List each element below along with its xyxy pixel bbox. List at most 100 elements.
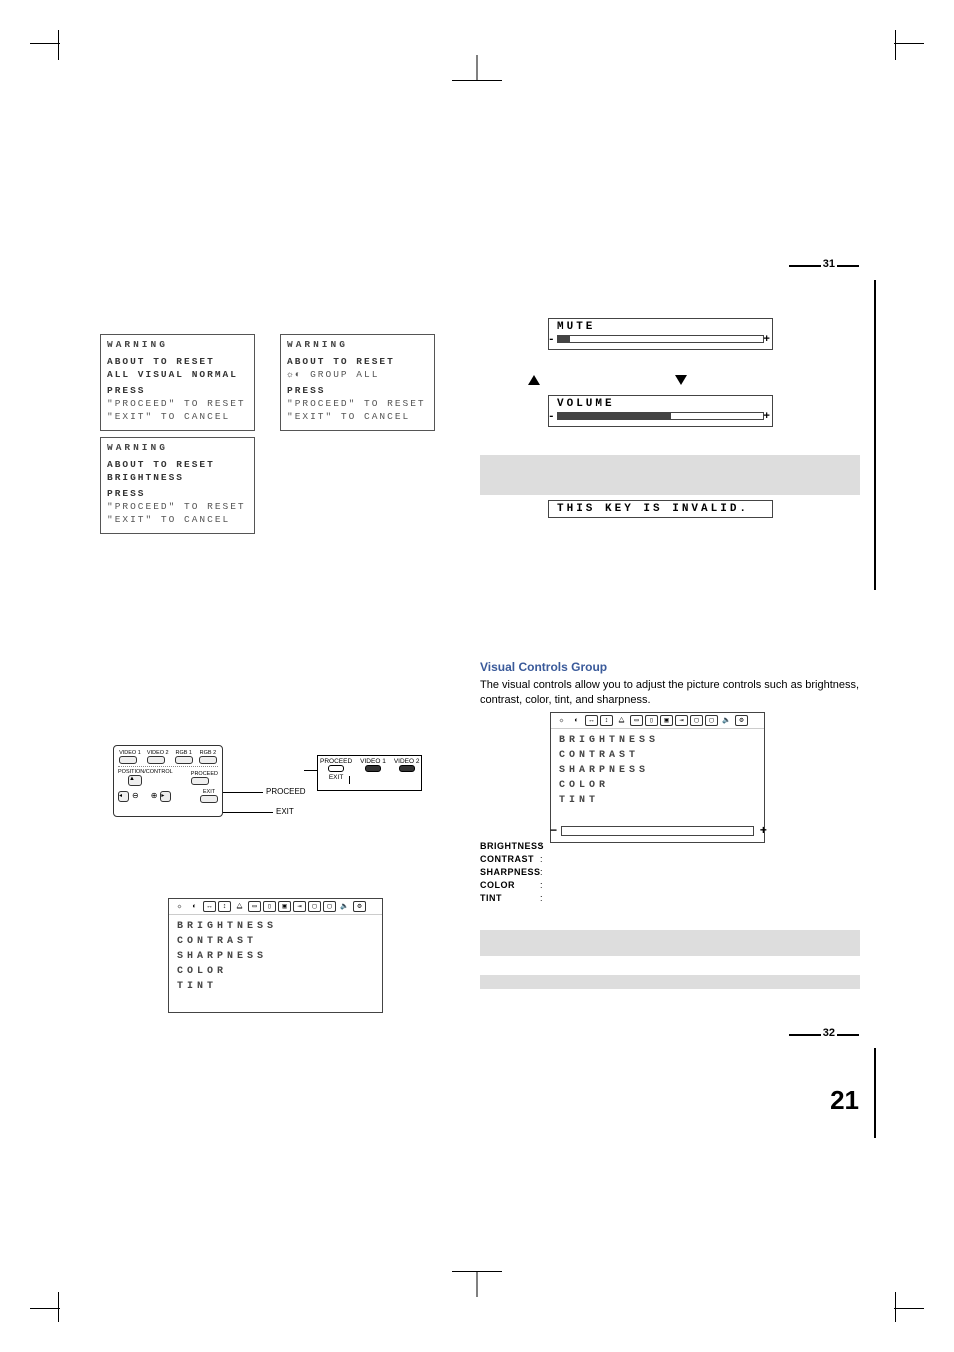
def-contrast: CONTRAST bbox=[480, 853, 540, 866]
placeholder-bar bbox=[480, 975, 860, 989]
video2-button[interactable] bbox=[147, 756, 165, 764]
aspect2-icon: ▯ bbox=[645, 715, 658, 726]
mute-slider[interactable]: - + bbox=[557, 335, 764, 343]
video2-button-icon bbox=[399, 765, 415, 772]
aspect-icon: ▭ bbox=[630, 715, 643, 726]
warning-line: "PROCEED" TO RESET bbox=[107, 398, 248, 411]
warning-line: "PROCEED" TO RESET bbox=[107, 501, 248, 514]
video1-button-icon bbox=[365, 765, 381, 772]
exit-button-icon bbox=[328, 781, 344, 788]
visual-menu-osd-left: ☼ ◐ ↔ ↕ ⧋ ▭ ▯ ▣ ⇥ ▢ ▢ 🔈 ⚙ BRIGHTNESS CON… bbox=[168, 898, 383, 1013]
menu-item-brightness[interactable]: BRIGHTNESS bbox=[559, 733, 756, 748]
warning-line: ☼◐ GROUP ALL bbox=[287, 369, 428, 382]
warning-line: ABOUT TO RESET bbox=[287, 356, 428, 369]
mute-osd: MUTE - + bbox=[548, 318, 773, 350]
remote-label: POSITION/CONTROL bbox=[118, 769, 187, 775]
callout-label: VIDEO 2 bbox=[394, 758, 420, 765]
leader-line bbox=[304, 770, 317, 771]
definitions-list: BRIGHTNESS: CONTRAST: SHARPNESS: COLOR: … bbox=[480, 840, 546, 905]
page-marker-bottom: 32 bbox=[789, 1034, 859, 1036]
setup-icon: ⚙ bbox=[735, 715, 748, 726]
callout-proceed: PROCEED bbox=[266, 787, 306, 796]
rgb1-button[interactable] bbox=[175, 756, 193, 764]
remote-btn-label: PROCEED bbox=[191, 771, 218, 777]
vpos-icon: ↕ bbox=[600, 715, 613, 726]
triangle-up-icon bbox=[528, 375, 540, 385]
callout-label: PROCEED bbox=[320, 758, 352, 765]
callout-label: EXIT bbox=[320, 774, 352, 781]
menu-icon-row: ☼ ◐ ↔ ↕ ⧋ ▭ ▯ ▣ ⇥ ▢ ▢ 🔈 ⚙ bbox=[169, 899, 382, 915]
warning-osd-3: WARNING ABOUT TO RESET ☼◐ GROUP ALL PRES… bbox=[280, 334, 435, 431]
contrast-icon: ◐ bbox=[570, 715, 583, 726]
right-button[interactable]: ▸ bbox=[160, 791, 171, 802]
brightness-icon: ☼ bbox=[555, 715, 568, 726]
video1-button[interactable] bbox=[119, 756, 137, 764]
rgb2-button[interactable] bbox=[199, 756, 217, 764]
warning-line: PRESS bbox=[107, 385, 248, 398]
callout-exit: EXIT bbox=[276, 807, 294, 816]
warning-title: WARNING bbox=[107, 339, 248, 352]
visual-controls-heading: Visual Controls Group bbox=[480, 660, 607, 674]
source-icon: ⇥ bbox=[675, 715, 688, 726]
warning-line: BRIGHTNESS bbox=[107, 472, 248, 485]
page-num-bottom: 32 bbox=[821, 1027, 837, 1039]
menu-slider[interactable]: − + bbox=[551, 826, 764, 842]
placeholder-bar bbox=[480, 930, 860, 956]
visual-menu-osd: ☼ ◐ ↔ ↕ ⧋ ▭ ▯ ▣ ⇥ ▢ ▢ 🔈 ⚙ BRIGHTNESS CON… bbox=[550, 712, 765, 843]
def-color: COLOR bbox=[480, 879, 540, 892]
menu-item-color[interactable]: COLOR bbox=[559, 778, 756, 793]
audio-icon: 🔈 bbox=[338, 901, 351, 912]
menu-item-brightness[interactable]: BRIGHTNESS bbox=[177, 919, 374, 934]
plus-icon: + bbox=[760, 824, 767, 838]
warning-osd-1: WARNING ABOUT TO RESET ALL VISUAL NORMAL… bbox=[100, 334, 255, 431]
warning-line: "EXIT" TO CANCEL bbox=[107, 514, 248, 527]
warning-line: ALL VISUAL NORMAL bbox=[107, 369, 248, 382]
menu-item-contrast[interactable]: CONTRAST bbox=[177, 934, 374, 949]
keystone-icon: ⧋ bbox=[233, 901, 246, 912]
warning-line: ABOUT TO RESET bbox=[107, 459, 248, 472]
menu-item-tint[interactable]: TINT bbox=[177, 979, 374, 994]
aspect-icon: ▭ bbox=[248, 901, 261, 912]
menu-item-tint[interactable]: TINT bbox=[559, 793, 756, 808]
leader-line bbox=[223, 812, 273, 813]
minus-icon: - bbox=[548, 411, 558, 423]
up-button[interactable]: ▲ bbox=[128, 775, 142, 786]
visual-controls-desc: The visual controls allow you to adjust … bbox=[480, 678, 860, 709]
menu-item-contrast[interactable]: CONTRAST bbox=[559, 748, 756, 763]
hpos-icon: ↔ bbox=[585, 715, 598, 726]
leader-line bbox=[349, 776, 350, 784]
menu-item-sharpness[interactable]: SHARPNESS bbox=[177, 949, 374, 964]
remote-btn-label: VIDEO 1 bbox=[119, 750, 141, 756]
page-marker-top: 31 bbox=[789, 265, 859, 267]
def-tint: TINT bbox=[480, 892, 540, 905]
mute-label: MUTE bbox=[557, 321, 764, 333]
menu-icon-row: ☼ ◐ ↔ ↕ ⧋ ▭ ▯ ▣ ⇥ ▢ ▢ 🔈 ⚙ bbox=[551, 713, 764, 729]
callout-label: VIDEO 1 bbox=[360, 758, 386, 765]
warning-title: WARNING bbox=[107, 442, 248, 455]
placeholder-bar bbox=[480, 455, 860, 495]
volume-label: VOLUME bbox=[557, 398, 764, 410]
pip-icon: ▣ bbox=[278, 901, 291, 912]
warning-osd-2: WARNING ABOUT TO RESET BRIGHTNESS PRESS … bbox=[100, 437, 255, 534]
proceed-button[interactable] bbox=[191, 777, 209, 785]
warning-title: WARNING bbox=[287, 339, 428, 352]
blank2-icon: ▢ bbox=[705, 715, 718, 726]
hpos-icon: ↔ bbox=[203, 901, 216, 912]
triangle-down-icon bbox=[675, 375, 687, 385]
warning-line: "PROCEED" TO RESET bbox=[287, 398, 428, 411]
minus-icon: − bbox=[550, 824, 557, 838]
left-button[interactable]: ◂ bbox=[118, 791, 129, 802]
audio-icon: 🔈 bbox=[720, 715, 733, 726]
folio-number: 21 bbox=[830, 1085, 859, 1116]
keystone-icon: ⧋ bbox=[615, 715, 628, 726]
remote-btn-label: RGB 1 bbox=[175, 750, 193, 756]
menu-items: BRIGHTNESS CONTRAST SHARPNESS COLOR TINT bbox=[551, 729, 764, 826]
remote-btn-label: VIDEO 2 bbox=[147, 750, 169, 756]
menu-item-color[interactable]: COLOR bbox=[177, 964, 374, 979]
def-brightness: BRIGHTNESS bbox=[480, 840, 540, 853]
warning-line: PRESS bbox=[287, 385, 428, 398]
volume-slider[interactable]: - + bbox=[557, 412, 764, 420]
exit-button[interactable] bbox=[200, 795, 218, 803]
blank2-icon: ▢ bbox=[323, 901, 336, 912]
menu-item-sharpness[interactable]: SHARPNESS bbox=[559, 763, 756, 778]
